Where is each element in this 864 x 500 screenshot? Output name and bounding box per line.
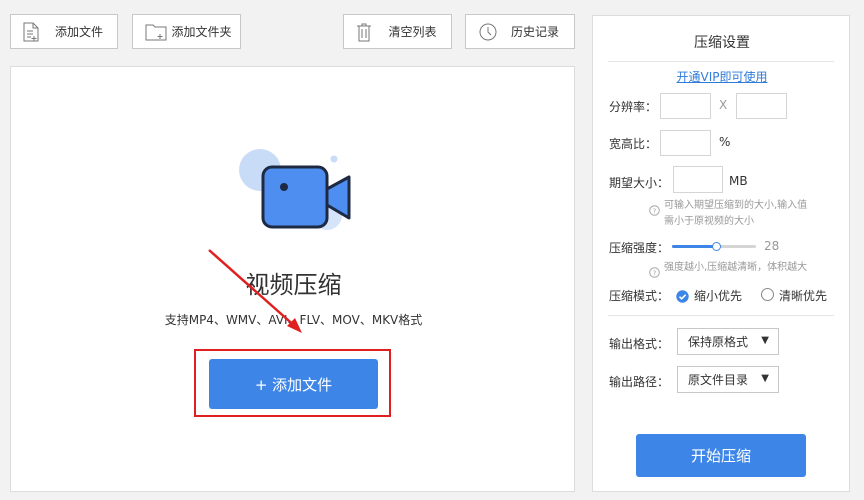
divider (608, 315, 834, 316)
file-drop-area[interactable]: 视频压缩 支持MP4、WMV、AVI、FLV、MOV、MKV格式 + 添加文件 (10, 66, 575, 492)
mode-label: 压缩模式： (609, 289, 670, 303)
add-folder-button[interactable]: 添加文件夹 (132, 14, 241, 49)
strength-label: 压缩强度： (609, 241, 670, 255)
output-format-select[interactable]: 保持原格式 ▼ (677, 328, 779, 355)
add-file-icon (23, 22, 39, 45)
add-folder-icon (145, 22, 167, 45)
help-icon: ? (649, 201, 660, 220)
mode-clear-radio[interactable] (761, 288, 774, 301)
resolution-width-input[interactable] (660, 93, 711, 119)
video-camera-icon (239, 149, 351, 230)
resolution-height-input[interactable] (736, 93, 787, 119)
divider (608, 61, 834, 62)
output-format-value: 保持原格式 (688, 335, 749, 349)
strength-slider-track[interactable] (672, 242, 756, 251)
expected-size-hint-line1: 可输入期望压缩到的大小,输入值 (664, 200, 808, 211)
settings-title: 压缩设置 (694, 35, 750, 51)
add-file-button[interactable]: 添加文件 (10, 14, 118, 49)
mode-clear-label[interactable]: 清晰优先 (779, 287, 827, 304)
mode-small-label[interactable]: 缩小优先 (694, 287, 742, 304)
add-folder-label: 添加文件夹 (171, 25, 232, 39)
start-compress-button[interactable]: 开始压缩 (636, 434, 806, 477)
output-path-value: 原文件目录 (688, 373, 749, 387)
compression-settings-panel: 压缩设置 开通VIP即可使用 分辨率： X 宽高比： % 期望大小： MB ? … (592, 15, 850, 492)
annotation-arrow (208, 249, 302, 333)
resolution-separator: X (719, 98, 728, 112)
clock-icon (478, 22, 498, 45)
svg-text:?: ? (653, 207, 657, 215)
aspect-ratio-input[interactable] (660, 130, 711, 156)
output-format-label: 输出格式： (609, 337, 670, 351)
output-path-select[interactable]: 原文件目录 ▼ (677, 366, 779, 393)
output-path-label: 输出路径： (609, 375, 670, 389)
strength-slider-thumb[interactable] (711, 242, 721, 251)
clear-list-button[interactable]: 清空列表 (343, 14, 452, 49)
mode-small-radio[interactable] (676, 288, 689, 307)
add-file-label: 添加文件 (54, 25, 103, 39)
aspect-ratio-unit: % (719, 135, 731, 149)
add-file-main-button[interactable]: + 添加文件 (209, 359, 378, 409)
expected-size-hint-line2: 需小于原视频的大小 (664, 216, 754, 227)
dropdown-arrow-icon: ▼ (761, 335, 769, 346)
trash-icon (356, 22, 372, 45)
strength-slider-fill (672, 245, 716, 248)
vip-link[interactable]: 开通VIP即可使用 (593, 68, 851, 85)
svg-text:?: ? (653, 269, 657, 277)
resolution-label: 分辨率： (609, 100, 658, 114)
dropdown-arrow-icon: ▼ (761, 373, 769, 384)
history-button[interactable]: 历史记录 (465, 14, 575, 49)
strength-hint: 强度越小,压缩越清晰，体积越大 (664, 262, 808, 273)
help-icon: ? (649, 263, 660, 282)
strength-value: 28 (764, 239, 780, 253)
history-label: 历史记录 (510, 25, 559, 39)
expected-size-input[interactable] (673, 166, 723, 193)
clear-list-label: 清空列表 (388, 25, 437, 39)
expected-size-unit: MB (729, 174, 748, 188)
expected-size-label: 期望大小： (609, 176, 670, 190)
aspect-ratio-label: 宽高比： (609, 137, 658, 151)
